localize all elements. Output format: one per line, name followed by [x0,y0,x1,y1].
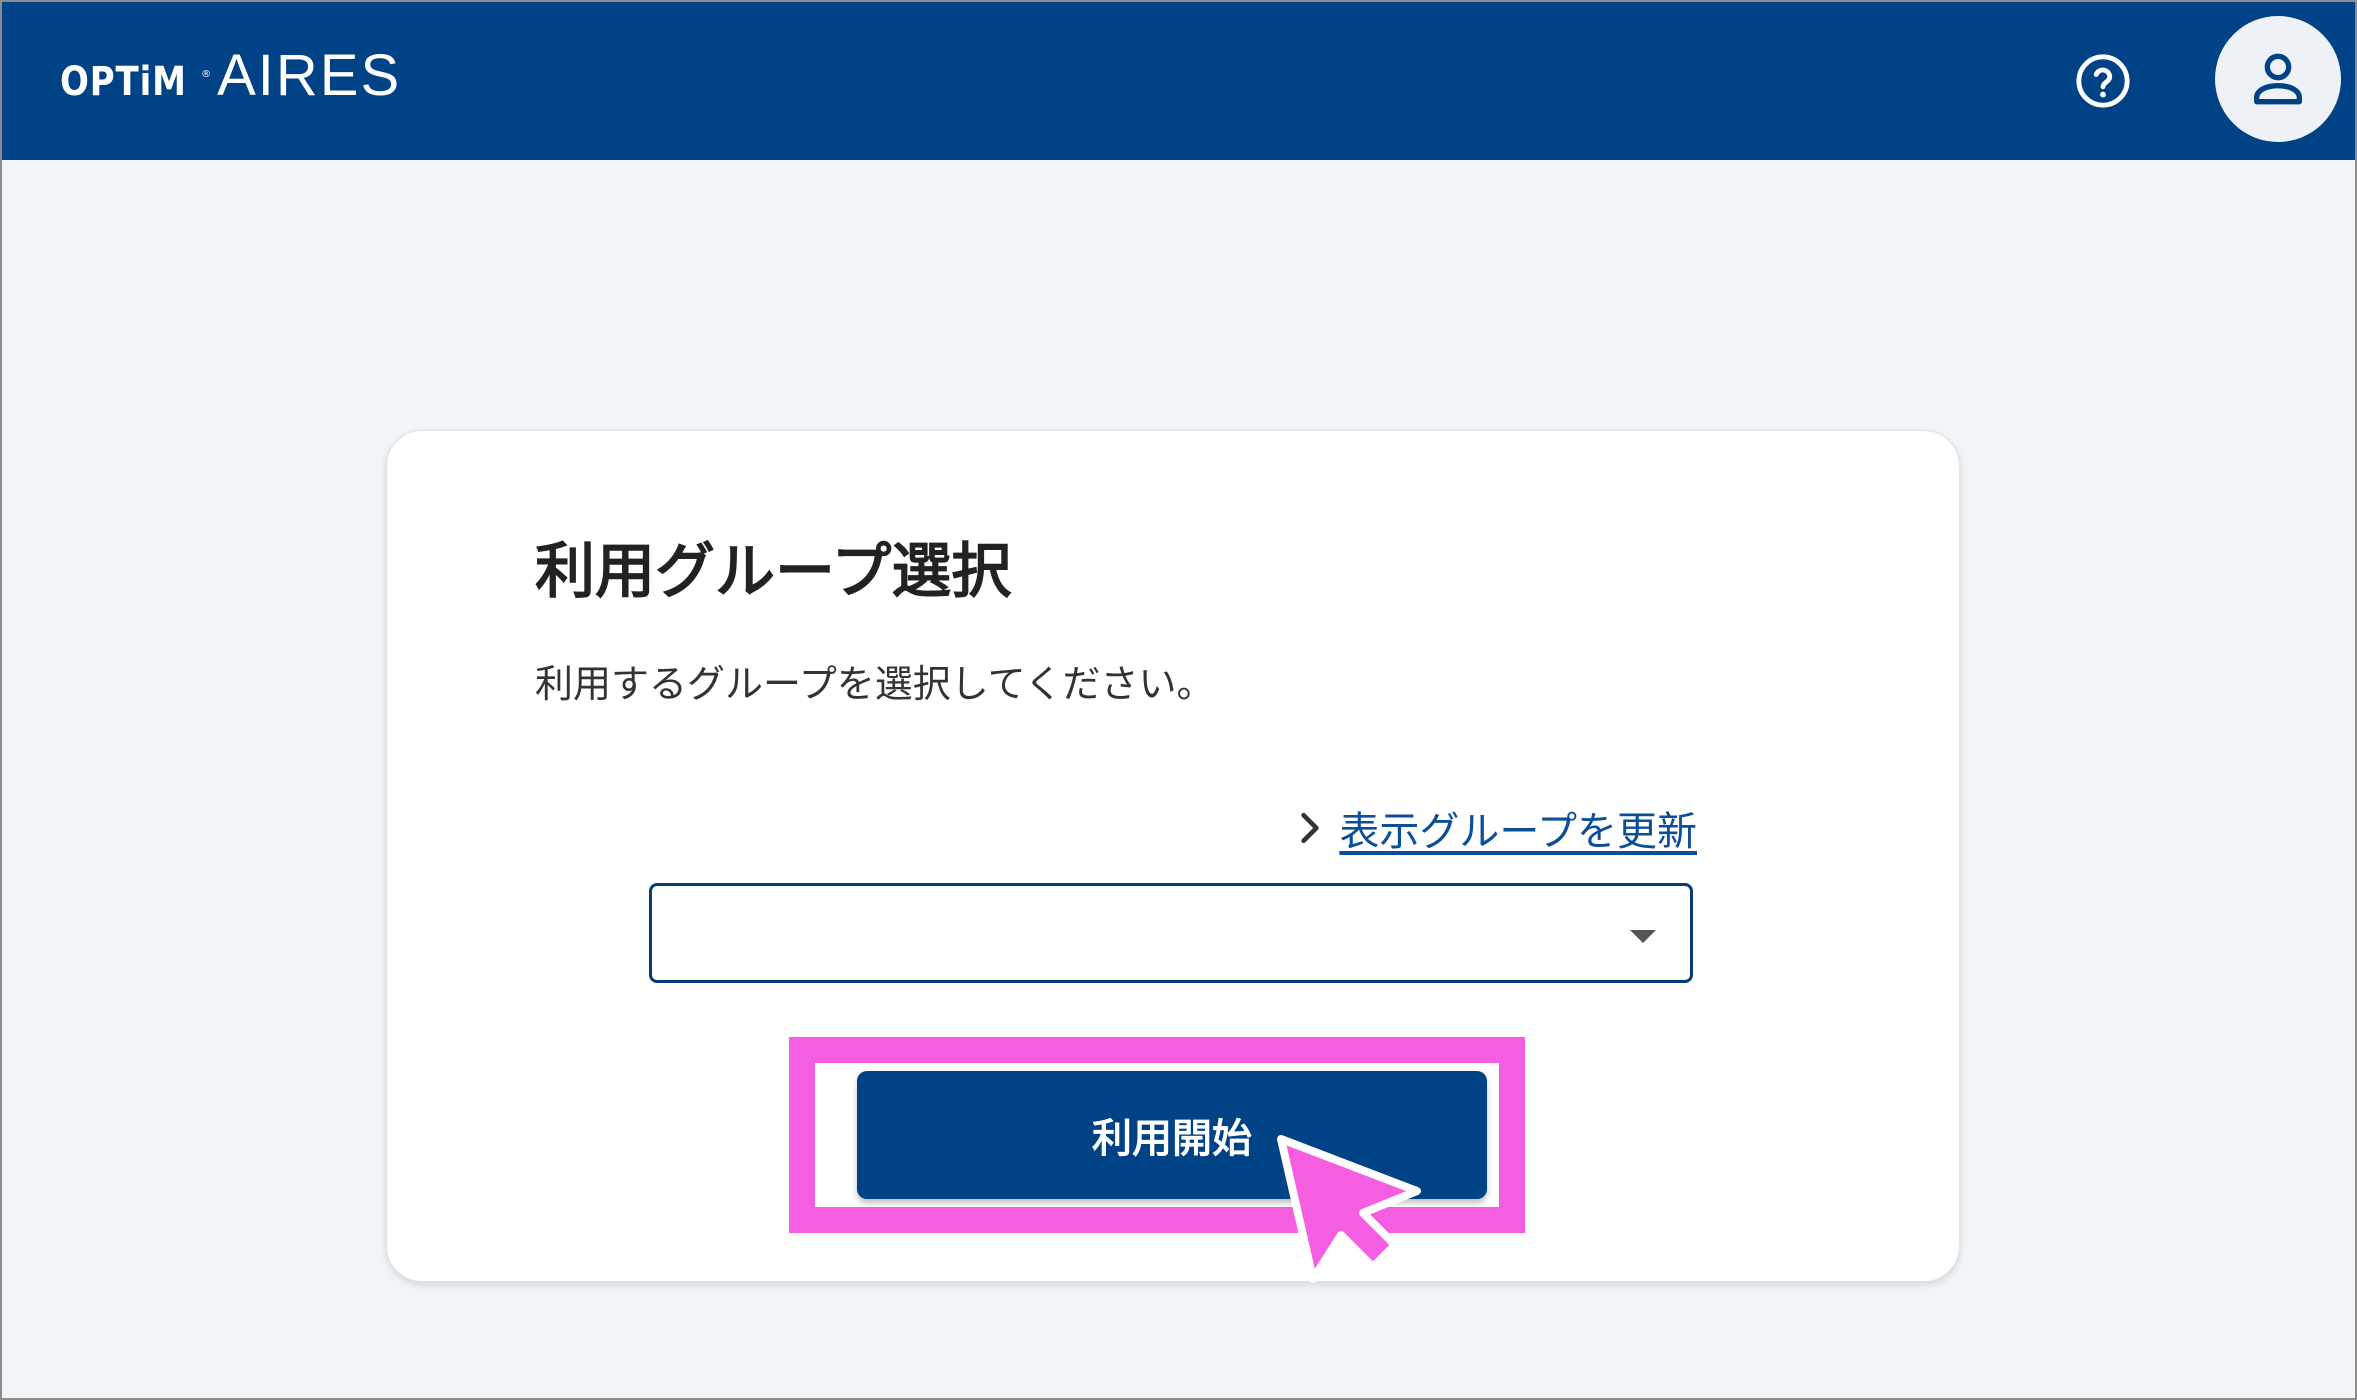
refresh-groups-link[interactable]: 表示グループを更新 [1297,799,1697,857]
refresh-groups-label: 表示グループを更新 [1339,809,1697,855]
group-selection-card: 利用グループ選択 利用するグループを選択してください。 表示グループを更新 利用… [386,430,1960,1283]
brand-optim: OPTiM [60,59,187,105]
group-select-dropdown[interactable] [649,883,1693,983]
chevron-right-icon [1301,812,1320,844]
app-window: OPTiM ® AIRES 利用グループ選択 利用するグループを選択してください… [0,0,2357,1400]
top-bar: OPTiM ® AIRES [2,2,2355,160]
page-title: 利用グループ選択 [535,537,1012,607]
account-button[interactable] [2215,16,2341,142]
help-button[interactable] [2072,50,2134,112]
help-circle-icon [2076,54,2130,108]
brand-registered-mark: ® [201,69,212,80]
caret-down-icon [1630,930,1656,943]
brand-product-name: AIRES [217,43,402,108]
instruction-text: 利用するグループを選択してください。 [535,662,1215,706]
person-icon [2254,53,2302,105]
brand-logo: OPTiM ® AIRES [60,42,401,108]
start-using-button[interactable]: 利用開始 [857,1071,1487,1199]
